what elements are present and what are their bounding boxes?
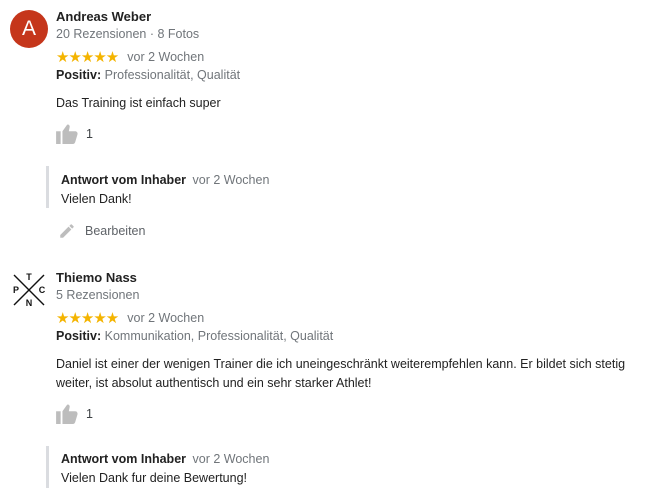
like-button[interactable]: 1 bbox=[56, 123, 93, 145]
like-count: 1 bbox=[86, 127, 93, 141]
reply-label: Antwort vom Inhaber bbox=[61, 173, 187, 187]
positive-values: Kommunikation, Professionalität, Qualitä… bbox=[104, 329, 334, 343]
thumbs-up-icon bbox=[56, 404, 78, 424]
logo-letter-right: C bbox=[39, 285, 46, 295]
positive-label: Positiv: bbox=[56, 329, 102, 343]
logo-letter-left: P bbox=[13, 285, 19, 295]
avatar-logo[interactable]: T P C N bbox=[10, 271, 48, 309]
reply-date: vor 2 Wochen bbox=[192, 173, 270, 187]
rating-row: ★★★★★ vor 2 Wochen bbox=[56, 309, 204, 327]
reviewer-meta: 5 Rezensionen bbox=[56, 288, 140, 302]
reply-label: Antwort vom Inhaber bbox=[61, 452, 187, 466]
edit-label: Bearbeiten bbox=[85, 224, 146, 238]
reviewer-meta: 20 Rezensionen · 8 Fotos bbox=[56, 27, 200, 41]
reviewer-name[interactable]: Andreas Weber bbox=[56, 9, 151, 24]
logo-letter-top: T bbox=[26, 272, 32, 282]
like-button[interactable]: 1 bbox=[56, 403, 93, 425]
owner-reply: Antwort vom Inhaber vor 2 Wochen Vielen … bbox=[46, 166, 636, 208]
star-rating: ★★★★★ bbox=[56, 309, 119, 327]
pencil-icon bbox=[60, 224, 74, 238]
reply-text: Vielen Dank fur deine Bewertung! bbox=[61, 471, 247, 485]
thumbs-up-icon bbox=[56, 124, 78, 144]
positive-label: Positiv: bbox=[56, 68, 102, 82]
positive-attributes: Positiv: Kommunikation, Professionalität… bbox=[56, 329, 333, 343]
review-date: vor 2 Wochen bbox=[127, 311, 205, 325]
logo-letter-bottom: N bbox=[26, 298, 33, 308]
edit-reply-button[interactable]: Bearbeiten bbox=[58, 221, 145, 241]
like-count: 1 bbox=[86, 407, 93, 421]
review-text: Das Training ist einfach super bbox=[56, 96, 221, 110]
review-date: vor 2 Wochen bbox=[127, 50, 205, 64]
reviewer-name[interactable]: Thiemo Nass bbox=[56, 270, 137, 285]
reply-date: vor 2 Wochen bbox=[192, 452, 270, 466]
positive-attributes: Positiv: Professionalität, Qualität bbox=[56, 68, 240, 82]
rating-row: ★★★★★ vor 2 Wochen bbox=[56, 48, 204, 66]
owner-reply: Antwort vom Inhaber vor 2 Wochen Vielen … bbox=[46, 446, 636, 488]
reply-text: Vielen Dank! bbox=[61, 192, 132, 206]
positive-values: Professionalität, Qualität bbox=[104, 68, 241, 82]
star-rating: ★★★★★ bbox=[56, 48, 119, 66]
review-text: Daniel ist einer der wenigen Trainer die… bbox=[56, 357, 626, 390]
avatar[interactable]: A bbox=[10, 10, 48, 48]
